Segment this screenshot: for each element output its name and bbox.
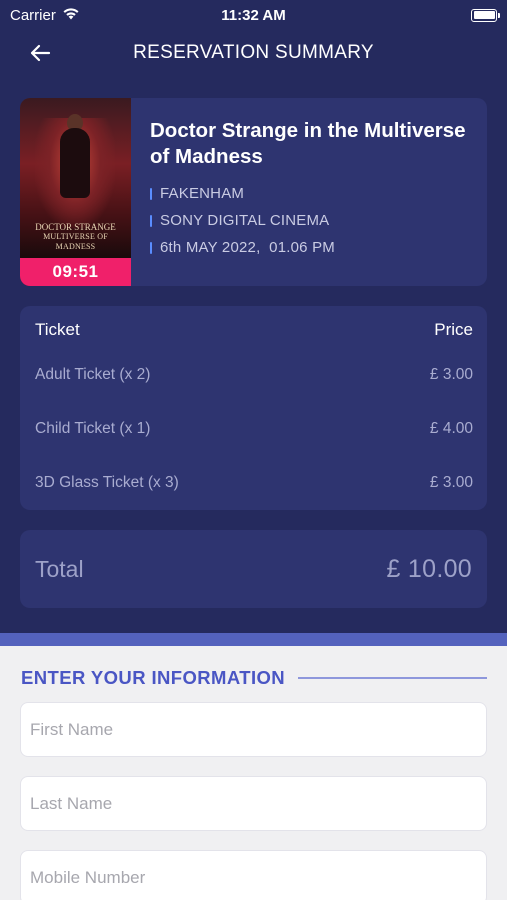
form-section-title: ENTER YOUR INFORMATION xyxy=(21,667,286,688)
meta-location: FAKENHAM xyxy=(150,180,470,207)
meta-datetime: 6th MAY 2022, 01.06 PM xyxy=(150,234,470,261)
movie-card: DOCTOR STRANGE MULTIVERSE OF MADNESS 09:… xyxy=(20,98,487,286)
ticket-name: 3D Glass Ticket (x 3) xyxy=(35,474,179,491)
information-form: ENTER YOUR INFORMATION xyxy=(0,646,507,900)
movie-poster: DOCTOR STRANGE MULTIVERSE OF MADNESS 09:… xyxy=(20,98,131,286)
ticket-price: £ 3.00 xyxy=(429,474,473,491)
ticket-row: Child Ticket (x 1) £ 4.00 xyxy=(35,420,473,474)
poster-logo: DOCTOR STRANGE MULTIVERSE OF MADNESS xyxy=(26,222,125,252)
total-label: Total xyxy=(35,555,84,582)
status-time: 11:32 AM xyxy=(221,6,286,24)
total-value: £ 10.00 xyxy=(386,554,472,583)
nav-bar: RESERVATION SUMMARY xyxy=(0,34,507,72)
form-section-header: ENTER YOUR INFORMATION xyxy=(21,667,487,689)
ticket-name: Child Ticket (x 1) xyxy=(35,420,151,437)
meta-cinema: SONY DIGITAL CINEMA xyxy=(150,207,470,234)
ticket-column-header: Ticket xyxy=(35,320,80,339)
last-name-field[interactable] xyxy=(20,776,487,831)
ticket-summary-card: Ticket Price Adult Ticket (x 2) £ 3.00 C… xyxy=(20,306,487,510)
ticket-list: Adult Ticket (x 2) £ 3.00 Child Ticket (… xyxy=(35,366,473,528)
datetime-label: 6th MAY 2022, 01.06 PM xyxy=(160,239,335,256)
battery-icon xyxy=(471,8,500,22)
section-header-line xyxy=(298,677,487,679)
countdown-timer: 09:51 xyxy=(20,258,131,286)
section-divider xyxy=(0,633,507,646)
poster-figure xyxy=(60,128,90,198)
back-button[interactable] xyxy=(26,40,54,66)
arrow-left-icon xyxy=(30,44,51,62)
meta-bar-icon xyxy=(150,187,152,200)
cinema-label: SONY DIGITAL CINEMA xyxy=(160,212,330,229)
movie-meta-list: FAKENHAM SONY DIGITAL CINEMA 6th MAY 202… xyxy=(150,180,470,261)
movie-title: Doctor Strange in the Multiverse of Madn… xyxy=(150,119,466,168)
first-name-field[interactable] xyxy=(20,702,487,757)
ticket-row: 3D Glass Ticket (x 3) £ 3.00 xyxy=(35,474,473,528)
ticket-price: £ 4.00 xyxy=(429,420,473,437)
page-title: RESERVATION SUMMARY xyxy=(133,42,374,63)
battery-level xyxy=(473,11,495,19)
price-column-header: Price xyxy=(434,320,473,339)
mobile-number-field[interactable] xyxy=(20,850,487,900)
ticket-price: £ 3.00 xyxy=(429,366,473,383)
meta-bar-icon xyxy=(150,214,152,227)
meta-bar-icon xyxy=(150,241,152,254)
total-card: Total £ 10.00 xyxy=(20,530,487,608)
ticket-header: Ticket Price xyxy=(35,320,473,340)
poster-logo-line1: DOCTOR STRANGE xyxy=(35,222,116,232)
status-bar: Carrier 11:32 AM xyxy=(0,0,507,30)
ticket-name: Adult Ticket (x 2) xyxy=(35,366,151,383)
movie-info: Doctor Strange in the Multiverse of Madn… xyxy=(150,118,470,261)
location-label: FAKENHAM xyxy=(160,185,245,202)
ticket-row: Adult Ticket (x 2) £ 3.00 xyxy=(35,366,473,420)
poster-logo-line2: MULTIVERSE OF MADNESS xyxy=(43,232,108,251)
